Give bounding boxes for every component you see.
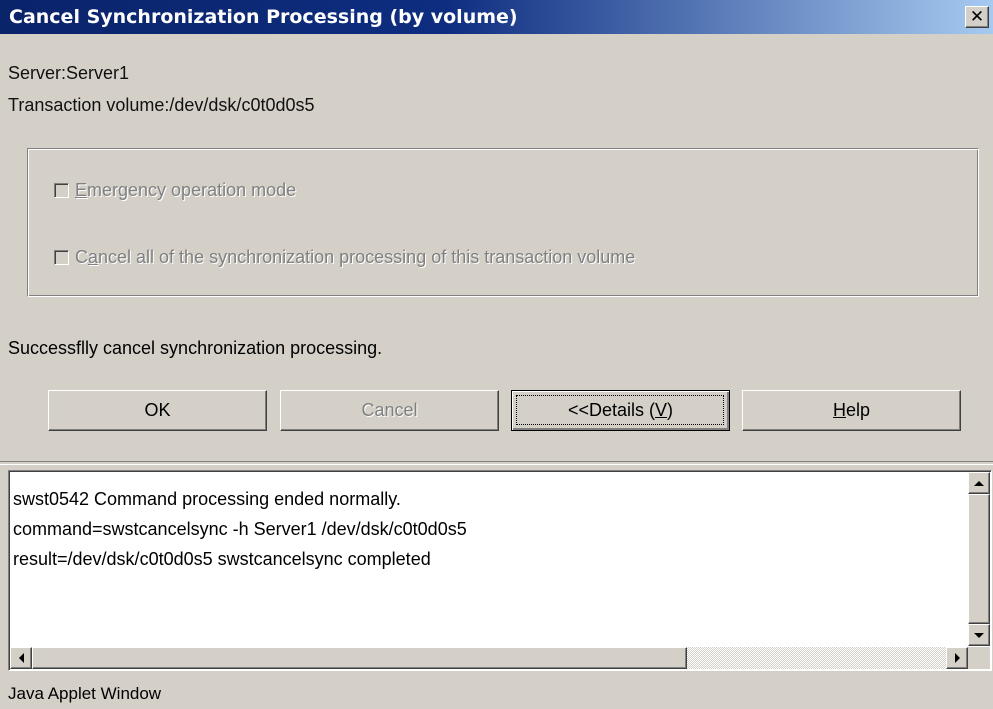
- arrow-left-icon: [18, 653, 24, 663]
- ok-button-label: OK: [144, 400, 171, 420]
- scroll-left-button[interactable]: [10, 647, 32, 669]
- cancel-all-option: Cancel all of the synchronization proces…: [54, 247, 635, 268]
- scroll-right-button[interactable]: [946, 647, 968, 669]
- scrollbar-corner: [968, 647, 990, 669]
- details-button-label: <<Details (V): [567, 400, 674, 420]
- cancel-all-checkbox[interactable]: [54, 250, 69, 265]
- emergency-mode-checkbox[interactable]: [54, 183, 69, 198]
- transaction-volume-info: Transaction volume:/dev/dsk/c0t0d0s5: [8, 95, 315, 115]
- scroll-up-button[interactable]: [968, 472, 990, 494]
- arrow-down-icon: [974, 632, 984, 638]
- log-line: swst0542 Command processing ended normal…: [13, 489, 401, 509]
- close-icon: ✕: [969, 6, 985, 27]
- vertical-scrollbar[interactable]: [968, 472, 990, 646]
- status-message: Successflly cancel synchronization proce…: [8, 338, 383, 358]
- details-button[interactable]: <<Details (V): [511, 390, 730, 431]
- emergency-mode-label: Emergency operation mode: [75, 180, 297, 200]
- arrow-right-icon: [954, 653, 960, 663]
- horizontal-scrollbar[interactable]: [10, 647, 968, 669]
- server-info: Server:Server1: [8, 63, 130, 83]
- help-button-label: Help: [832, 400, 871, 420]
- cancel-all-label: Cancel all of the synchronization proces…: [75, 247, 636, 267]
- details-separator: [0, 461, 993, 465]
- window-title: Cancel Synchronization Processing (by vo…: [9, 6, 518, 28]
- title-bar[interactable]: Cancel Synchronization Processing (by vo…: [0, 0, 993, 34]
- options-group: [27, 148, 979, 297]
- applet-window-footer: Java Applet Window: [8, 684, 162, 703]
- cancel-button-label: Cancel: [361, 400, 418, 420]
- cancel-button[interactable]: Cancel: [280, 390, 499, 431]
- log-line: command=swstcancelsync -h Server1 /dev/d…: [13, 519, 467, 539]
- scroll-down-button[interactable]: [968, 624, 990, 646]
- emergency-mode-option: Emergency operation mode: [54, 180, 296, 201]
- arrow-up-icon: [974, 480, 984, 486]
- log-line: result=/dev/dsk/c0t0d0s5 swstcancelsync …: [13, 549, 431, 569]
- details-text-area[interactable]: swst0542 Command processing ended normal…: [8, 470, 992, 671]
- close-button[interactable]: ✕: [965, 6, 989, 28]
- ok-button[interactable]: OK: [48, 390, 267, 431]
- horizontal-scroll-thumb[interactable]: [32, 647, 687, 669]
- help-button[interactable]: Help: [742, 390, 961, 431]
- vertical-scroll-thumb[interactable]: [968, 494, 990, 624]
- details-log: swst0542 Command processing ended normal…: [13, 484, 467, 574]
